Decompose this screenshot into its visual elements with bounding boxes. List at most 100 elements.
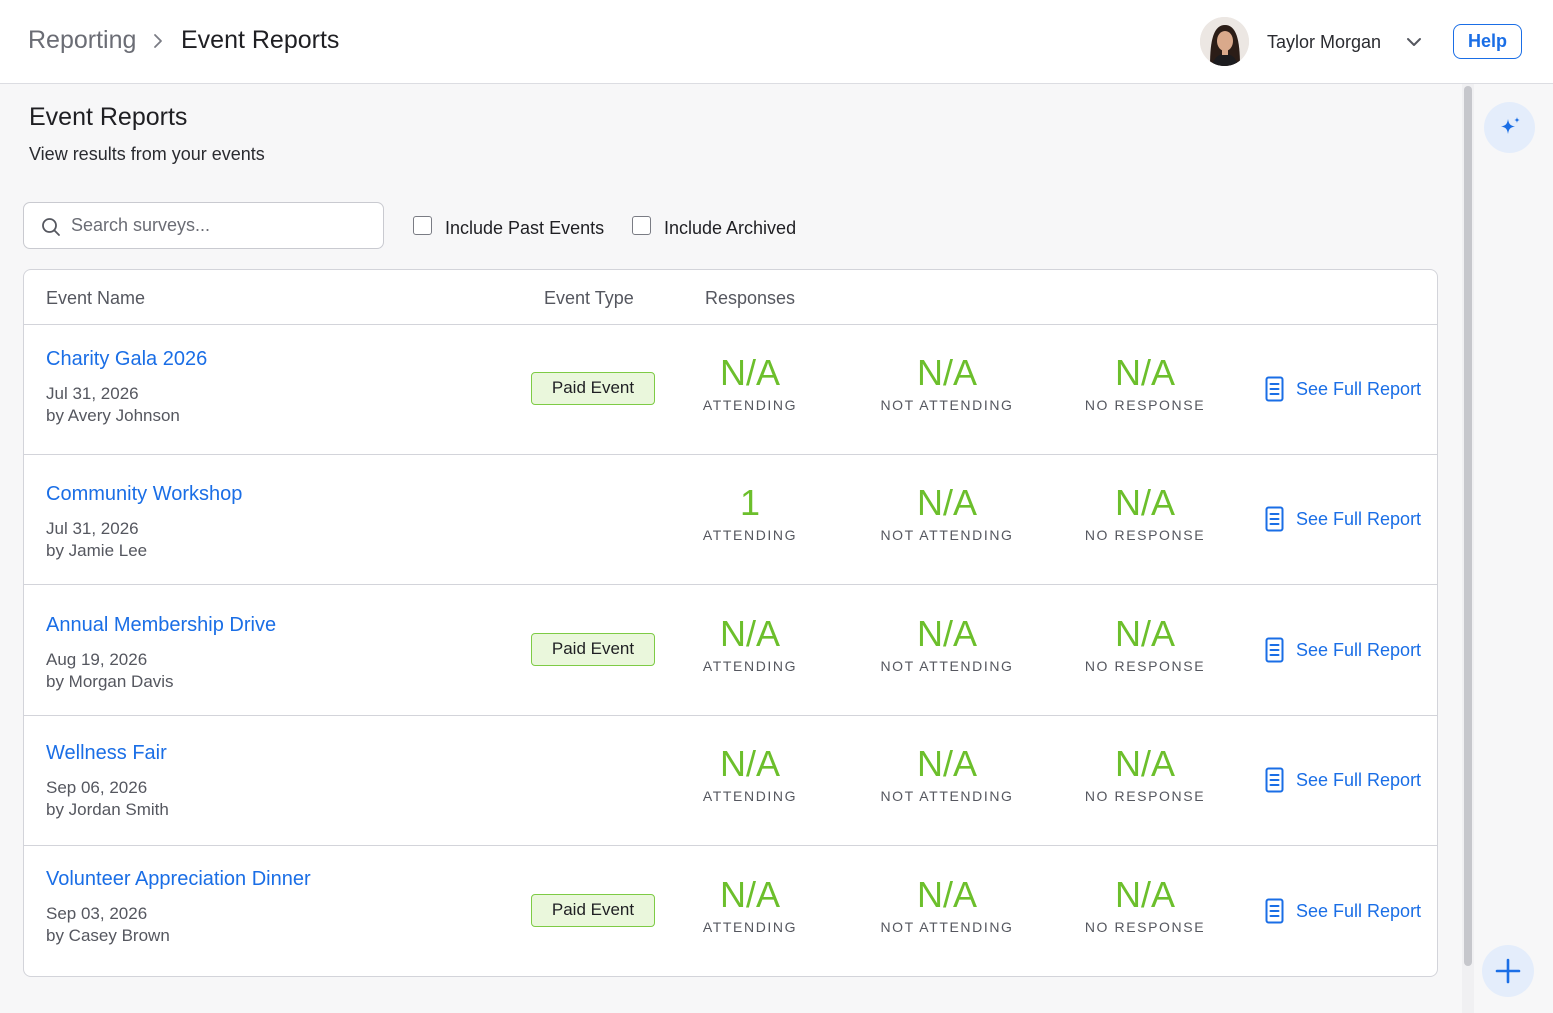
search-icon xyxy=(42,218,60,236)
stat-no-response: N/A NO RESPONSE xyxy=(1065,874,1225,936)
stat-caption: NO RESPONSE xyxy=(1084,919,1206,935)
stat-value: N/A xyxy=(719,352,780,393)
stat-not-attending: N/A NOT ATTENDING xyxy=(867,874,1027,936)
stat-not-attending: N/A NOT ATTENDING xyxy=(867,482,1027,544)
include-archived-label[interactable]: Include Archived xyxy=(664,218,796,239)
stat-not-attending: N/A NOT ATTENDING xyxy=(867,352,1027,414)
stat-attending: N/A ATTENDING xyxy=(670,743,830,805)
see-full-report-link[interactable]: See Full Report xyxy=(1265,767,1421,793)
stat-caption: ATTENDING xyxy=(702,919,798,935)
stat-not-attending: N/A NOT ATTENDING xyxy=(867,744,1027,805)
event-date: Sep 03, 2026 xyxy=(46,904,148,923)
table-row: Community Workshop Jul 31, 2026 by Jamie L… xyxy=(24,455,1437,585)
include-archived-checkbox[interactable]: Include Archived xyxy=(632,212,796,239)
event-date: Jul 31, 2026 xyxy=(46,384,139,403)
stat-caption: NO RESPONSE xyxy=(1084,658,1206,674)
see-full-report-link[interactable]: See Full Report xyxy=(1265,376,1421,402)
table-header: Event Name Event Type Responses xyxy=(24,270,1437,325)
event-name-link[interactable]: Wellness Fair xyxy=(46,742,167,765)
plus-icon xyxy=(1495,958,1521,984)
stat-value: N/A xyxy=(719,743,780,784)
table-row: Annual Membership Drive Aug 19, 2026 by Mo… xyxy=(24,585,1437,716)
avatar[interactable] xyxy=(1200,17,1249,66)
stat-value: N/A xyxy=(916,613,977,654)
sparkle-icon xyxy=(1500,116,1520,134)
include-past-events-label[interactable]: Include Past Events xyxy=(445,218,604,239)
ai-assistant-button[interactable] xyxy=(1484,102,1535,153)
event-name-link[interactable]: Volunteer Appreciation Dinner xyxy=(46,868,311,891)
stat-not-attending: N/A NOT ATTENDING xyxy=(867,613,1027,675)
include-past-events-checkbox[interactable]: Include Past Events xyxy=(413,212,604,239)
stat-caption: ATTENDING xyxy=(702,527,798,543)
table-row: Charity Gala 2026 Jul 31, 2026 by Avery Jo… xyxy=(24,324,1437,455)
stat-value: N/A xyxy=(719,613,780,654)
stat-value: N/A xyxy=(719,874,780,915)
stat-attending: N/A ATTENDING xyxy=(670,613,830,675)
event-owner: by Jamie Lee xyxy=(46,541,148,560)
stat-caption: NOT ATTENDING xyxy=(880,658,1014,674)
event-name-link[interactable]: Annual Membership Drive xyxy=(46,614,276,637)
chevron-down-icon[interactable] xyxy=(1405,35,1423,49)
help-button[interactable]: Help xyxy=(1453,24,1522,59)
stat-caption: NO RESPONSE xyxy=(1084,397,1206,413)
stat-value: N/A xyxy=(916,874,977,915)
event-type-badge: Paid Event xyxy=(531,894,655,927)
stat-caption: ATTENDING xyxy=(702,658,798,674)
event-date: Jul 31, 2026 xyxy=(46,519,139,538)
search-box[interactable] xyxy=(23,202,384,249)
stat-value: N/A xyxy=(1114,874,1175,915)
stat-caption: NOT ATTENDING xyxy=(880,397,1014,413)
stat-caption: NOT ATTENDING xyxy=(880,527,1014,543)
event-type-badge: Paid Event xyxy=(531,633,655,666)
checkbox-box[interactable] xyxy=(632,216,651,235)
document-icon xyxy=(1265,637,1284,663)
see-full-report-label[interactable]: See Full Report xyxy=(1296,901,1421,922)
stat-value: N/A xyxy=(916,482,977,523)
event-date: Sep 06, 2026 xyxy=(46,778,148,797)
event-owner: by Morgan Davis xyxy=(46,672,174,691)
see-full-report-label[interactable]: See Full Report xyxy=(1296,379,1421,400)
chevron-right-icon xyxy=(154,34,162,48)
see-full-report-label[interactable]: See Full Report xyxy=(1296,509,1421,530)
document-icon xyxy=(1265,506,1284,532)
stat-value: N/A xyxy=(916,352,977,393)
user-photo-icon xyxy=(1200,17,1249,66)
stat-attending: 1 ATTENDING xyxy=(670,483,830,544)
stat-attending: N/A ATTENDING xyxy=(670,874,830,936)
see-full-report-link[interactable]: See Full Report xyxy=(1265,898,1421,924)
stat-caption: NOT ATTENDING xyxy=(880,919,1014,935)
stat-value: N/A xyxy=(1114,613,1175,654)
event-name-link[interactable]: Charity Gala 2026 xyxy=(46,348,207,371)
stat-value: N/A xyxy=(1114,352,1175,393)
event-date: Aug 19, 2026 xyxy=(46,650,148,669)
event-name-link[interactable]: Community Workshop xyxy=(46,483,242,506)
checkbox-box[interactable] xyxy=(413,216,432,235)
stat-attending: N/A ATTENDING xyxy=(670,352,830,414)
table-row: Volunteer Appreciation Dinner Sep 03, 202… xyxy=(24,846,1437,976)
stat-caption: ATTENDING xyxy=(702,788,798,804)
user-name[interactable]: Taylor Morgan xyxy=(1267,32,1381,53)
document-icon xyxy=(1265,376,1284,402)
top-bar: Reporting Event Reports Taylor Morgan He… xyxy=(0,0,1553,84)
document-icon xyxy=(1265,767,1284,793)
column-header-responses: Responses xyxy=(705,288,796,308)
stat-caption: ATTENDING xyxy=(702,397,798,413)
stat-caption: NOT ATTENDING xyxy=(880,788,1014,804)
event-reports-table: Event Name Event Type Responses Charity … xyxy=(23,269,1438,977)
add-button[interactable] xyxy=(1482,945,1534,997)
stat-no-response: N/A NO RESPONSE xyxy=(1065,743,1225,805)
page-subtitle: View results from your events xyxy=(29,144,265,164)
search-input[interactable] xyxy=(71,203,371,248)
stat-value: N/A xyxy=(1114,743,1175,784)
see-full-report-link[interactable]: See Full Report xyxy=(1265,506,1421,532)
stat-caption: NO RESPONSE xyxy=(1084,527,1206,543)
breadcrumb-reporting[interactable]: Reporting xyxy=(28,26,136,55)
see-full-report-label[interactable]: See Full Report xyxy=(1296,640,1421,661)
table-row: Wellness Fair Sep 06, 2026 by Jordan Smith… xyxy=(24,716,1437,846)
scrollbar-thumb[interactable] xyxy=(1464,86,1472,966)
event-owner: by Avery Johnson xyxy=(46,406,180,425)
see-full-report-label[interactable]: See Full Report xyxy=(1296,770,1421,791)
stat-caption: NO RESPONSE xyxy=(1084,788,1206,804)
stat-no-response: N/A NO RESPONSE xyxy=(1065,483,1225,544)
see-full-report-link[interactable]: See Full Report xyxy=(1265,637,1421,663)
